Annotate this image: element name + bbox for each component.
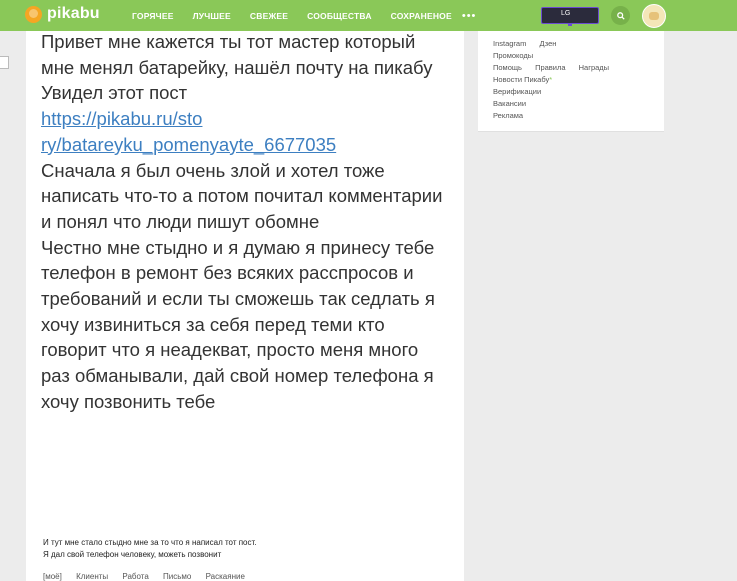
sidebar-links-card: Instagram Дзен Промокоды Помощь Правила … [478,31,664,132]
nav-communities[interactable]: СООБЩЕСТВА [307,11,372,21]
user-avatar[interactable] [642,4,666,28]
nav-fresh[interactable]: СВЕЖЕЕ [250,11,288,21]
sidebar-row: Новости Пикабу* [493,75,563,84]
sidebar-link-rules[interactable]: Правила [535,63,565,72]
sidebar-link-help[interactable]: Помощь [493,63,522,72]
sidebar-link-zen[interactable]: Дзен [539,39,556,48]
footnote-line: И тут мне стало стыдно мне за то что я н… [43,538,257,547]
footnote-line: Я дал свой телефон человеку, можеть позв… [43,550,222,559]
post-paragraph: Увидел этот пост [41,82,188,104]
nav-saved[interactable]: СОХРАНЕНОЕ [391,11,452,21]
post-paragraph: Честно мне стыдно и я думаю я принесу те… [41,236,435,412]
main-nav: ГОРЯЧЕЕ ЛУЧШЕЕ СВЕЖЕЕ СООБЩЕСТВА СОХРАНЕ… [132,10,476,22]
tag[interactable]: Раскаяние [206,572,245,581]
sidebar-row: Верификации [493,87,552,96]
top-navigation-bar: pikabu ГОРЯЧЕЕ ЛУЧШЕЕ СВЕЖЕЕ СООБЩЕСТВА … [0,0,737,31]
sidebar-link-instagram[interactable]: Instagram [493,39,526,48]
sidebar-row: Помощь Правила Награды [493,63,620,72]
post-link-continued[interactable]: ry/batareyku_pomenyayte_6677035 [41,134,336,155]
post-tags: [моё] Клиенты Работа Письмо Раскаяние [43,572,257,581]
left-edge-checkbox[interactable] [0,56,9,69]
nav-best[interactable]: ЛУЧШЕЕ [193,11,231,21]
search-button[interactable] [611,6,630,25]
sidebar-row: Вакансии [493,99,537,108]
tag[interactable]: Работа [122,572,148,581]
ad-label: LG [561,10,571,17]
sidebar-row: Instagram Дзен [493,39,567,48]
sidebar-link-verification[interactable]: Верификации [493,87,541,96]
post-footnote: И тут мне стало стыдно мне за то что я н… [43,537,257,561]
tag[interactable]: Письмо [163,572,191,581]
pikabu-logo[interactable]: pikabu [25,5,100,23]
sidebar-row: Реклама [493,111,534,120]
logo-text: pikabu [47,5,100,22]
search-icon [616,11,625,20]
news-marker: * [549,75,553,84]
post-link[interactable]: https://pikabu.ru/sto [41,108,202,129]
sidebar-row: Промокоды [493,51,544,60]
sidebar-link-promocodes[interactable]: Промокоды [493,51,533,60]
tag[interactable]: [моё] [43,572,62,581]
pikabu-logo-icon [25,5,42,23]
sidebar-link-awards[interactable]: Награды [579,63,609,72]
sidebar-link-advertising[interactable]: Реклама [493,111,523,120]
nav-hot[interactable]: ГОРЯЧЕЕ [132,11,174,21]
more-menu-icon[interactable]: ••• [462,10,477,22]
sidebar-link-vacancies[interactable]: Вакансии [493,99,526,108]
tag[interactable]: Клиенты [76,572,108,581]
post-paragraph: Сначала я был очень злой и хотел тоже на… [41,159,443,232]
post-paragraph: Привет мне кажется ты тот мастер который… [41,31,433,78]
ad-banner[interactable]: LG [541,7,599,26]
sidebar-link-news[interactable]: Новости Пикабу [493,75,549,84]
post-body: Привет мне кажется ты тот мастер который… [41,29,451,415]
